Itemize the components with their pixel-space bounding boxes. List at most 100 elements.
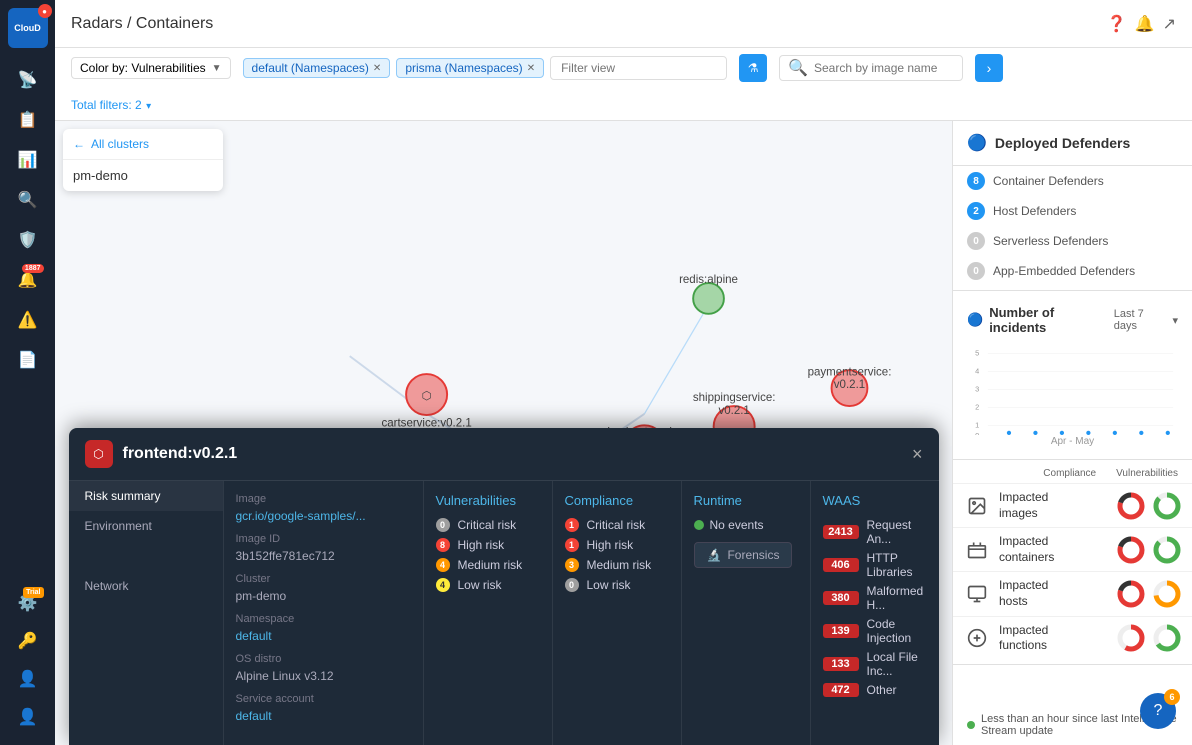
help-icon[interactable]: ❓: [1107, 14, 1127, 34]
modal-nav-risk-summary[interactable]: Risk summary: [69, 481, 223, 511]
sidebar-item-search[interactable]: 🔍: [10, 182, 46, 218]
serverless-defenders-count: 0: [967, 232, 985, 250]
sidebar-item-alerts[interactable]: ⚠️: [10, 302, 46, 338]
sidebar-item-radars[interactable]: 📡: [10, 62, 46, 98]
sidebar-item-user[interactable]: 👤: [10, 699, 46, 735]
incidents-icon: 🔵: [967, 312, 983, 328]
filter-input[interactable]: [550, 56, 727, 80]
modal-details: Image gcr.io/google-samples/... Image ID…: [224, 481, 424, 745]
svg-text:3: 3: [975, 385, 979, 394]
filter-tag-prisma[interactable]: prisma (Namespaces) ✕: [396, 58, 544, 78]
total-filters[interactable]: Total filters: 2 ▾: [71, 94, 1176, 114]
functions-compliance-donut: [1116, 623, 1146, 653]
sidebar: ● ClouD 📡 📋 📊 🔍 🛡️ 🔔 1887 ⚠️ 📄 ⚙️ Trial …: [0, 0, 55, 745]
impacted-containers-donuts: [1116, 535, 1182, 565]
modal-nav: Risk summary Environment Network: [69, 481, 224, 745]
no-events-label: No events: [710, 518, 764, 532]
high-dot: 8: [436, 538, 450, 552]
modal-nav-environment[interactable]: Environment: [69, 511, 223, 541]
comp-medium-dot: 3: [565, 558, 579, 572]
forensics-icon: 🔬: [707, 548, 722, 562]
low-dot: 4: [436, 578, 450, 592]
sidebar-item-notifications[interactable]: 🔔 1887: [10, 262, 46, 298]
waas-item-code-injection: 139 Code Injection: [823, 617, 927, 645]
imageid-label: Image ID: [236, 533, 411, 545]
modal-body: Risk summary Environment Network Image g…: [69, 481, 939, 745]
host-defenders-item: 2 Host Defenders: [953, 196, 1192, 226]
image-label: Image: [236, 493, 411, 505]
share-icon[interactable]: ↗: [1163, 14, 1176, 34]
svg-text:1: 1: [975, 421, 979, 430]
sidebar-item-settings[interactable]: ⚙️ Trial: [10, 585, 46, 621]
filter-tag-default[interactable]: default (Namespaces) ✕: [243, 58, 391, 78]
incidents-header: 🔵 Number of incidents Last 7 days ▾: [953, 295, 1192, 345]
search-input[interactable]: [814, 61, 954, 75]
notifications-icon[interactable]: 🔔: [1135, 14, 1155, 34]
nav-arrow-button[interactable]: ›: [975, 54, 1003, 82]
containers-icon: [963, 536, 991, 564]
appembedded-defenders-count: 0: [967, 262, 985, 280]
help-badge: 6: [1164, 689, 1180, 705]
compliance-column: Compliance 1 Critical risk 1 High risk 3: [553, 481, 682, 745]
forensics-button[interactable]: 🔬 Forensics: [694, 542, 793, 568]
sidebar-item-help[interactable]: 👤: [10, 661, 46, 697]
comp-critical-dot: 1: [565, 518, 579, 532]
svg-text:4: 4: [975, 367, 979, 376]
vulnerabilities-title[interactable]: Vulnerabilities: [436, 493, 540, 508]
namespace-value[interactable]: default: [236, 629, 411, 643]
containers-compliance-donut: [1116, 535, 1146, 565]
content-area: ← All clusters pm-demo: [55, 121, 1192, 745]
modal-nav-network[interactable]: Network: [69, 571, 223, 601]
vuln-critical: 0 Critical risk: [436, 518, 540, 532]
os-label: OS distro: [236, 653, 411, 665]
sidebar-item-key[interactable]: 🔑: [10, 623, 46, 659]
sidebar-item-docs[interactable]: 📄: [10, 342, 46, 378]
svg-text:5: 5: [975, 349, 979, 358]
waas-title[interactable]: WAAS: [823, 493, 927, 508]
incidents-title: 🔵 Number of incidents: [967, 305, 1114, 335]
right-panel: 🔵 Deployed Defenders 8 Container Defende…: [952, 121, 1192, 745]
search-icon: 🔍: [788, 58, 808, 78]
sidebar-item-reports[interactable]: 📊: [10, 142, 46, 178]
filter-button[interactable]: ⚗: [739, 54, 767, 82]
filter-tag-remove[interactable]: ✕: [373, 63, 381, 74]
impacted-images-donuts: [1116, 491, 1182, 521]
waas-item-request: 2413 Request An...: [823, 518, 927, 546]
deployed-defenders-title: Deployed Defenders: [995, 135, 1130, 151]
waas-item-other: 472 Other: [823, 683, 927, 697]
images-vulnerabilities-donut: [1152, 491, 1182, 521]
images-icon: [963, 492, 991, 520]
image-value[interactable]: gcr.io/google-samples/...: [236, 509, 411, 523]
medium-dot: 4: [436, 558, 450, 572]
help-button[interactable]: 6 ?: [1140, 693, 1176, 729]
modal-close-button[interactable]: ×: [912, 444, 923, 465]
filter-tag-remove[interactable]: ✕: [527, 63, 535, 74]
vulnerabilities-column: Vulnerabilities 0 Critical risk 8 High r…: [424, 481, 553, 745]
compliance-title[interactable]: Compliance: [565, 493, 669, 508]
vuln-medium: 4 Medium risk: [436, 558, 540, 572]
hosts-compliance-donut: [1116, 579, 1146, 609]
impacted-functions-donuts: [1116, 623, 1182, 653]
app-logo[interactable]: ● ClouD: [8, 8, 48, 48]
filter-tag-label: prisma (Namespaces): [405, 61, 522, 75]
runtime-title[interactable]: Runtime: [694, 493, 798, 508]
color-by-dropdown[interactable]: Color by: Vulnerabilities ▼: [71, 57, 231, 79]
container-detail-modal: ⬡ frontend:v0.2.1 × Risk summary Environ…: [69, 428, 939, 745]
compliance-header-label: Compliance: [1043, 468, 1096, 479]
comp-high-dot: 1: [565, 538, 579, 552]
sidebar-item-events[interactable]: 📋: [10, 102, 46, 138]
compliance-vuln-header: Compliance Vulnerabilities: [953, 464, 1192, 483]
waas-item-localfile: 133 Local File Inc...: [823, 650, 927, 678]
comp-medium: 3 Medium risk: [565, 558, 669, 572]
incidents-chart: 5 4 3 2 1 0: [963, 345, 1182, 435]
chart-sublabel: Apr - May: [963, 436, 1182, 447]
sidebar-item-shield[interactable]: 🛡️: [10, 222, 46, 258]
logo-badge: ●: [38, 4, 52, 18]
container-defenders-label: Container Defenders: [993, 174, 1104, 188]
svg-text:0: 0: [975, 431, 979, 435]
containers-vulnerabilities-donut: [1152, 535, 1182, 565]
hosts-vulnerabilities-donut: [1152, 579, 1182, 609]
service-account-value[interactable]: default: [236, 709, 411, 723]
time-selector[interactable]: Last 7 days ▾: [1114, 308, 1178, 332]
vulnerabilities-header-label: Vulnerabilities: [1116, 468, 1178, 479]
